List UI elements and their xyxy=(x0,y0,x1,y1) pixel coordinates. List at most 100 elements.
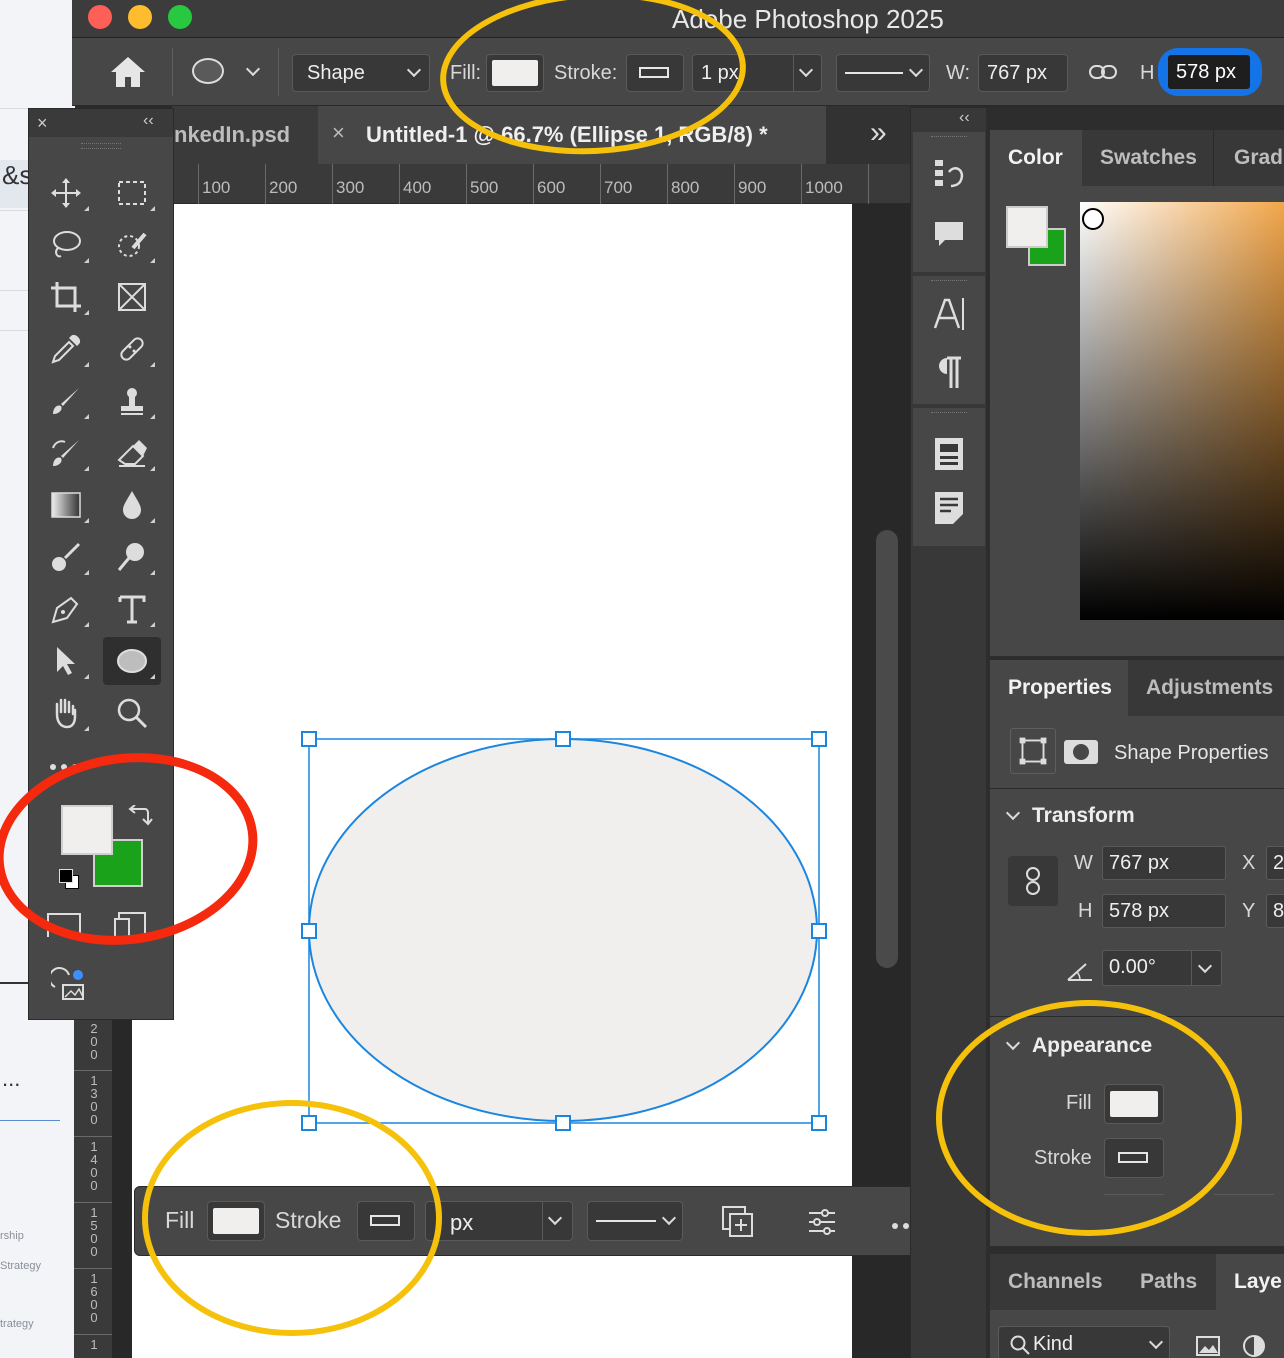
hand-tool-icon[interactable] xyxy=(37,689,95,737)
height-value: 578 px xyxy=(1176,61,1237,83)
tab-label: Grad xyxy=(1234,146,1284,169)
tab-layers[interactable]: Laye xyxy=(1216,1254,1284,1310)
home-icon[interactable] xyxy=(108,54,148,90)
filter-adjustment-icon[interactable] xyxy=(1242,1334,1266,1358)
tab-swatches[interactable]: Swatches xyxy=(1082,130,1214,186)
transform-handle[interactable] xyxy=(301,923,317,939)
ellipse-tool-icon[interactable] xyxy=(103,637,161,685)
add-layer-icon[interactable] xyxy=(721,1205,755,1239)
link-wh-icon[interactable] xyxy=(1008,856,1058,906)
vertical-scrollbar[interactable] xyxy=(876,530,898,968)
prop-y-label: Y xyxy=(1242,900,1256,922)
collapse-panel-icon[interactable]: ‹‹ xyxy=(143,112,154,130)
pen-tool-icon[interactable] xyxy=(37,585,95,633)
ellipse-shape-layer[interactable] xyxy=(300,730,830,1132)
marquee-tool-icon[interactable] xyxy=(103,169,161,217)
object-selection-tool-icon[interactable] xyxy=(103,221,161,269)
comments-panel-icon[interactable] xyxy=(931,216,967,252)
eraser-tool-icon[interactable] xyxy=(103,429,161,477)
tabs-overflow-icon[interactable]: » xyxy=(870,116,887,150)
crop-tool-icon[interactable] xyxy=(37,273,95,321)
tool-mode-select[interactable]: Shape xyxy=(292,54,430,92)
ruler-label: 1000 xyxy=(805,178,843,197)
generative-workspace-icon[interactable] xyxy=(48,967,87,1003)
chevron-down-icon[interactable] xyxy=(245,61,261,77)
tab-paths[interactable]: Paths xyxy=(1120,1254,1216,1310)
tab-properties[interactable]: Properties xyxy=(990,660,1128,716)
transform-section-title: Transform xyxy=(1032,804,1135,827)
chevron-down-icon xyxy=(406,62,422,78)
ctx-stroke-type-select[interactable] xyxy=(587,1201,683,1241)
minimize-window-button[interactable] xyxy=(128,5,152,29)
color-picker-cursor[interactable] xyxy=(1082,208,1104,230)
ellipse-tool-preset-icon[interactable] xyxy=(192,58,224,84)
sponge-tool-icon[interactable] xyxy=(103,533,161,581)
ruler-label-vertical: 1600 xyxy=(90,1271,98,1325)
paragraph-panel-icon[interactable] xyxy=(931,354,967,390)
ruler-label-vertical: 1400 xyxy=(90,1139,98,1193)
tab-gradients[interactable]: Grad xyxy=(1216,130,1284,186)
brush-tool-icon[interactable] xyxy=(37,377,95,425)
mask-icon[interactable] xyxy=(1064,740,1098,764)
blur-tool-icon[interactable] xyxy=(103,481,161,529)
gradient-tool-icon[interactable] xyxy=(37,481,95,529)
lasso-tool-icon[interactable] xyxy=(37,221,95,269)
zoom-tool-icon[interactable] xyxy=(103,689,161,737)
layer-filter-kind-select[interactable]: Kind xyxy=(998,1326,1170,1358)
dodge-tool-icon[interactable] xyxy=(37,533,95,581)
close-window-button[interactable] xyxy=(88,5,112,29)
tab-label: Laye xyxy=(1234,1270,1282,1293)
transform-shape-icon[interactable] xyxy=(1010,728,1056,774)
history-brush-tool-icon[interactable] xyxy=(37,429,95,477)
background-window-ellipsis: ... xyxy=(2,1066,21,1091)
tab-color[interactable]: Color xyxy=(990,130,1082,186)
width-input[interactable]: 767 px xyxy=(978,54,1068,92)
link-dimensions-icon[interactable] xyxy=(1088,62,1118,82)
type-tool-icon[interactable] xyxy=(103,585,161,633)
prop-width-input[interactable]: 767 px xyxy=(1102,846,1226,880)
tab-label: Properties xyxy=(1008,676,1112,699)
close-panel-icon[interactable]: × xyxy=(37,113,48,134)
prop-x-input[interactable]: 2 xyxy=(1266,846,1284,880)
clone-stamp-tool-icon[interactable] xyxy=(103,377,161,425)
filter-image-icon[interactable] xyxy=(1196,1336,1220,1356)
transform-handle[interactable] xyxy=(811,731,827,747)
tab-linkedin-psd[interactable]: nkedIn.psd xyxy=(172,106,318,164)
panel-foreground-color[interactable] xyxy=(1006,206,1048,248)
transform-handle[interactable] xyxy=(301,731,317,747)
collapse-dock-icon[interactable]: ‹‹ xyxy=(959,109,970,127)
tab-label: Swatches xyxy=(1100,146,1197,169)
height-input[interactable]: 578 px xyxy=(1158,48,1262,96)
prop-height-value: 578 px xyxy=(1109,900,1170,922)
stroke-type-select[interactable] xyxy=(836,54,930,92)
tool-mode-value: Shape xyxy=(307,62,365,84)
color-picker-field[interactable] xyxy=(1080,202,1284,620)
transform-handle[interactable] xyxy=(811,923,827,939)
prop-y-input[interactable]: 8 xyxy=(1266,894,1284,928)
transform-handle[interactable] xyxy=(811,1115,827,1131)
frame-tool-icon[interactable] xyxy=(103,273,161,321)
transform-handle[interactable] xyxy=(555,731,571,747)
character-panel-icon[interactable] xyxy=(931,296,967,332)
eyedropper-tool-icon[interactable] xyxy=(37,325,95,373)
path-selection-tool-icon[interactable] xyxy=(37,637,95,685)
libraries-panel-icon[interactable] xyxy=(931,436,967,472)
ctx-stroke-width-field[interactable]: px xyxy=(425,1201,573,1241)
tab-close-icon[interactable]: × xyxy=(332,120,345,146)
transform-collapse-chevron-icon[interactable] xyxy=(1005,805,1021,821)
prop-angle-input[interactable]: 0.00° xyxy=(1102,950,1222,986)
transform-handle[interactable] xyxy=(555,1115,571,1131)
history-panel-icon[interactable] xyxy=(931,156,967,192)
rotate-angle-icon xyxy=(1066,960,1094,982)
healing-brush-tool-icon[interactable] xyxy=(103,325,161,373)
ellipse-shape[interactable] xyxy=(308,738,818,1122)
move-tool-icon[interactable] xyxy=(37,169,95,217)
notes-panel-icon[interactable] xyxy=(931,490,967,526)
prop-width-label: W xyxy=(1074,852,1093,874)
prop-height-input[interactable]: 578 px xyxy=(1102,894,1226,928)
ruler-label: 400 xyxy=(403,178,432,197)
tab-channels[interactable]: Channels xyxy=(990,1254,1120,1310)
maximize-window-button[interactable] xyxy=(168,5,192,29)
adjustments-sliders-icon[interactable] xyxy=(807,1207,837,1237)
tab-adjustments[interactable]: Adjustments xyxy=(1128,660,1284,716)
